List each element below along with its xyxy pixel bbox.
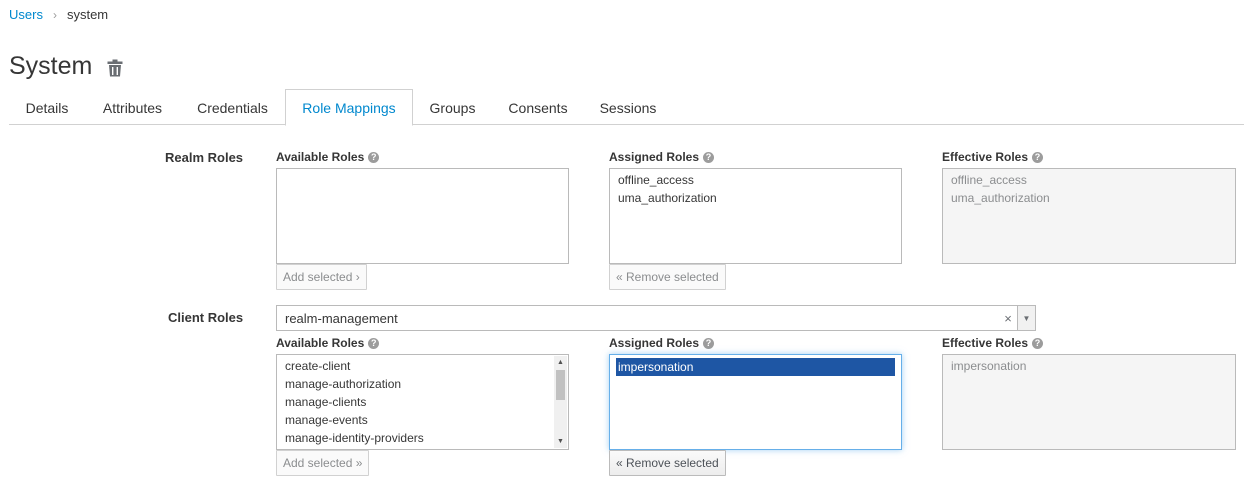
clear-icon[interactable]: × (999, 311, 1017, 326)
client-remove-selected-button[interactable]: « Remove selected (609, 450, 726, 476)
realm-assigned-label: Assigned Roles ? (609, 150, 715, 164)
client-assigned-roles-list[interactable]: impersonation (609, 354, 902, 450)
client-roles-label: Client Roles (168, 310, 244, 325)
client-select-value: realm-management (285, 310, 398, 326)
realm-effective-label: Effective Roles ? (942, 150, 1044, 164)
list-item[interactable]: uma_authorization (610, 189, 901, 207)
help-icon[interactable]: ? (703, 151, 715, 163)
help-icon[interactable]: ? (703, 337, 715, 349)
breadcrumb-users-link[interactable]: Users (9, 7, 43, 22)
list-item[interactable]: manage-events (277, 411, 568, 429)
help-icon[interactable]: ? (1032, 337, 1044, 349)
help-icon[interactable]: ? (1032, 151, 1044, 163)
tab-groups[interactable]: Groups (413, 89, 492, 125)
breadcrumb: Users › system (9, 7, 108, 22)
client-assigned-label-text: Assigned Roles (609, 336, 700, 350)
realm-available-label: Available Roles ? (276, 150, 380, 164)
list-item: uma_authorization (951, 191, 1050, 205)
breadcrumb-separator: › (52, 7, 57, 22)
scroll-down-icon[interactable]: ▼ (554, 435, 567, 448)
client-available-label: Available Roles ? (276, 336, 380, 350)
scroll-up-icon[interactable]: ▲ (554, 356, 567, 369)
tab-attributes[interactable]: Attributes (85, 89, 180, 125)
client-add-selected-button[interactable]: Add selected » (276, 450, 370, 476)
tab-consents[interactable]: Consents (492, 89, 584, 125)
client-effective-roles-list: impersonation (942, 354, 1236, 450)
realm-assigned-roles-list[interactable]: offline_access uma_authorization (609, 168, 902, 264)
list-item[interactable]: manage-authorization (277, 375, 568, 393)
client-effective-label-text: Effective Roles (942, 336, 1029, 350)
client-assigned-label: Assigned Roles ? (609, 336, 715, 350)
realm-assigned-label-text: Assigned Roles (609, 150, 700, 164)
list-item: impersonation (951, 359, 1027, 373)
help-icon[interactable]: ? (368, 337, 380, 349)
chevron-down-icon[interactable]: ▼ (1017, 306, 1035, 330)
help-icon[interactable]: ? (368, 151, 380, 163)
tab-role-mappings[interactable]: Role Mappings (285, 89, 413, 126)
tab-details[interactable]: Details (9, 89, 85, 125)
client-effective-label: Effective Roles ? (942, 336, 1044, 350)
tab-bar: Details Attributes Credentials Role Mapp… (9, 89, 1244, 126)
tab-sessions[interactable]: Sessions (584, 89, 672, 125)
tab-credentials[interactable]: Credentials (180, 89, 285, 125)
realm-add-selected-button[interactable]: Add selected › (276, 264, 367, 290)
list-item-selected[interactable]: impersonation (616, 358, 895, 376)
breadcrumb-current: system (66, 7, 109, 22)
realm-effective-roles-list: offline_access uma_authorization (942, 168, 1236, 264)
page-title-row: System (9, 52, 123, 81)
realm-available-roles-list[interactable] (276, 168, 569, 264)
realm-remove-selected-button[interactable]: « Remove selected (609, 264, 726, 290)
trash-icon[interactable] (107, 59, 123, 77)
list-item[interactable]: manage-identity-providers (277, 429, 568, 447)
scroll-thumb[interactable] (556, 370, 565, 400)
realm-roles-label: Realm Roles (165, 150, 244, 165)
list-item[interactable]: create-client (277, 357, 568, 375)
realm-effective-label-text: Effective Roles (942, 150, 1029, 164)
realm-available-label-text: Available Roles (276, 150, 365, 164)
client-select[interactable]: realm-management × ▼ (276, 305, 1036, 331)
scrollbar[interactable]: ▲ ▼ (554, 356, 567, 448)
page-title: System (9, 52, 93, 80)
client-available-label-text: Available Roles (276, 336, 365, 350)
list-item[interactable]: manage-clients (277, 393, 568, 411)
client-available-roles-list[interactable]: create-client manage-authorization manag… (276, 354, 569, 450)
list-item[interactable]: offline_access (610, 171, 901, 189)
list-item: offline_access (951, 173, 1027, 187)
